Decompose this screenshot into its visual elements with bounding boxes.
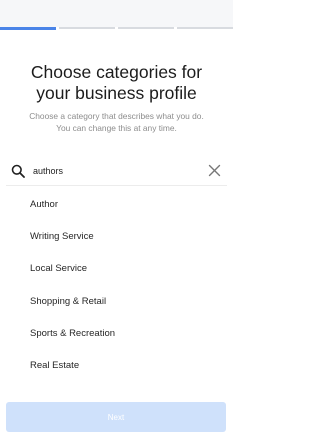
page-title: Choose categories for your business prof… xyxy=(8,62,225,104)
category-option-real-estate[interactable]: Real Estate xyxy=(18,349,218,381)
status-strip xyxy=(0,0,233,27)
progress-step-1 xyxy=(0,27,56,30)
search-icon xyxy=(11,164,25,178)
page-subtitle: Choose a category that describes what yo… xyxy=(14,110,219,134)
category-search-bar xyxy=(6,158,227,186)
category-option-sports-recreation[interactable]: Sports & Recreation xyxy=(18,317,218,349)
progress-step-2 xyxy=(59,27,115,29)
page-title-line-2: your business profile xyxy=(36,83,197,103)
category-option-author[interactable]: Author xyxy=(18,188,218,220)
page-subtitle-line-2: You can change this at any time. xyxy=(56,123,177,133)
category-search-input[interactable] xyxy=(33,162,193,180)
progress-step-3 xyxy=(118,27,174,29)
page-subtitle-line-1: Choose a category that describes what yo… xyxy=(29,111,204,121)
step-progress xyxy=(0,27,233,30)
next-button[interactable]: Next xyxy=(6,402,226,432)
page-title-line-1: Choose categories for xyxy=(30,62,203,82)
category-option-shopping-retail[interactable]: Shopping & Retail xyxy=(18,285,218,317)
close-icon[interactable] xyxy=(208,164,221,177)
progress-step-4 xyxy=(177,27,233,29)
category-results-list: Author Writing Service Local Service Sho… xyxy=(18,188,218,382)
category-option-local-service[interactable]: Local Service xyxy=(18,253,218,285)
category-option-writing-service[interactable]: Writing Service xyxy=(18,220,218,252)
